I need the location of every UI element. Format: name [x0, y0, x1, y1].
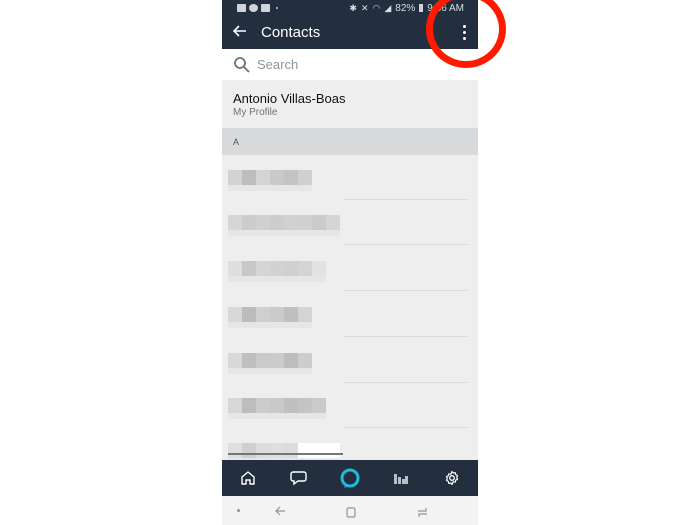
- back-button[interactable]: [232, 24, 249, 42]
- back-icon: [275, 506, 285, 516]
- home-icon: [240, 471, 255, 485]
- my-profile-item[interactable]: Antonio Villas-Boas My Profile: [222, 80, 478, 128]
- row-divider: [343, 244, 468, 245]
- profile-name: Antonio Villas-Boas: [233, 91, 346, 106]
- blurred-contact-name: [228, 162, 336, 191]
- arrow-left-icon: [232, 24, 246, 37]
- scrollbar[interactable]: [228, 453, 343, 455]
- nav-communicate[interactable]: [288, 467, 310, 489]
- blurred-contact-name: [228, 299, 336, 328]
- equalizer-icon: [394, 474, 409, 484]
- email-icon: [261, 4, 270, 12]
- phone-screen: ✱ ✕ ◠ ◢ 82% 9:36 AM Contacts Search Anto…: [222, 0, 478, 525]
- nav-home[interactable]: [237, 467, 259, 489]
- search-icon: [234, 56, 250, 73]
- system-home-button[interactable]: [346, 505, 356, 523]
- mute-icon: ✕: [360, 2, 369, 13]
- signal-icon: ◢: [384, 2, 392, 13]
- system-back-button[interactable]: [274, 504, 286, 522]
- gear-icon: [446, 470, 459, 486]
- contact-list-item[interactable]: [222, 292, 478, 337]
- section-header: A: [222, 128, 478, 155]
- system-navigation-bar: [222, 496, 478, 525]
- contact-list-item[interactable]: [222, 338, 478, 383]
- settings-notification-icon: [249, 4, 258, 12]
- battery-percent: 82%: [395, 2, 416, 14]
- search-input[interactable]: Search: [257, 57, 298, 72]
- blurred-contact-name: [228, 390, 336, 419]
- chat-bubble-icon: [290, 471, 307, 486]
- recents-icon: [418, 508, 427, 517]
- blurred-contact-name: [228, 253, 336, 282]
- contact-list-item[interactable]: [222, 383, 478, 428]
- blurred-contact-name: [228, 435, 340, 464]
- nav-settings[interactable]: [441, 467, 463, 489]
- nav-alexa[interactable]: [339, 467, 361, 489]
- blurred-contact-name: [228, 207, 340, 236]
- contact-list-item[interactable]: [222, 155, 478, 200]
- contact-list-item[interactable]: [222, 246, 478, 291]
- bluetooth-icon: ✱: [349, 2, 357, 13]
- row-divider: [343, 290, 468, 291]
- section-letter: A: [233, 137, 240, 147]
- profile-subtitle: My Profile: [233, 107, 278, 118]
- gallery-icon: [237, 4, 246, 12]
- alexa-ring-icon: [340, 468, 360, 488]
- battery-icon: [419, 4, 424, 12]
- nav-play[interactable]: [390, 467, 412, 489]
- blurred-contact-name: [228, 345, 336, 374]
- row-divider: [343, 336, 468, 337]
- wifi-icon: ◠: [372, 2, 381, 13]
- page-title: Contacts: [261, 24, 321, 41]
- home-square-icon: [346, 507, 356, 518]
- bottom-navigation: [222, 460, 478, 496]
- contact-list-item[interactable]: [222, 200, 478, 245]
- system-recents-button[interactable]: [417, 505, 428, 523]
- recent-dot: [237, 509, 240, 512]
- dot-icon: [276, 7, 278, 9]
